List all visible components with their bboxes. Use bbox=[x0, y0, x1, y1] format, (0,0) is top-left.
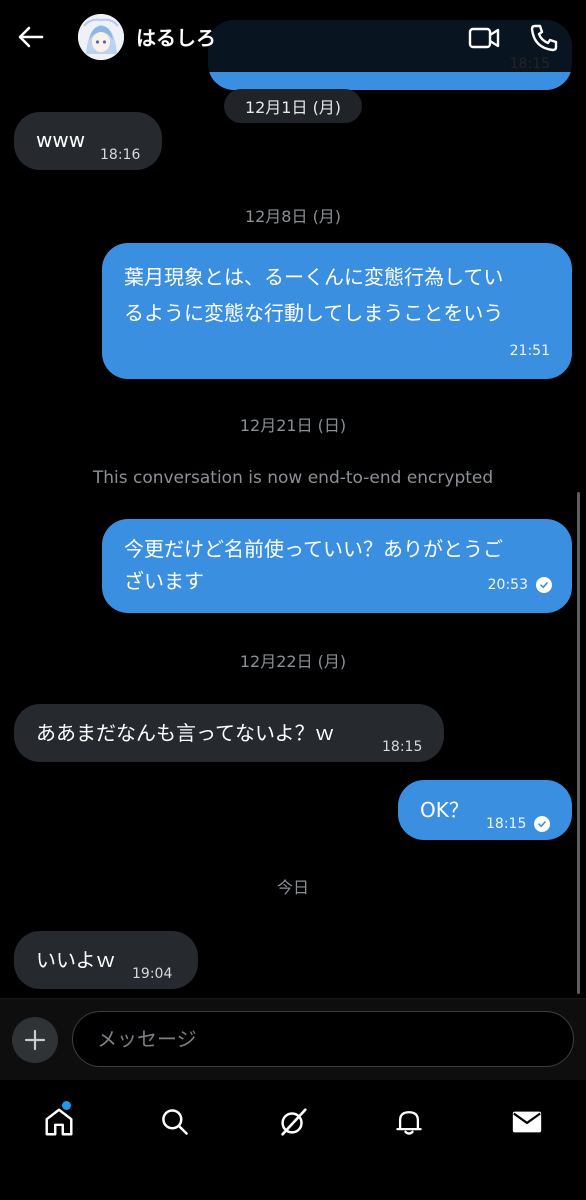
message-time: 18:15 bbox=[382, 739, 423, 755]
notifications-tab[interactable] bbox=[381, 1094, 437, 1150]
date-separator: 12月21日 (日) bbox=[239, 416, 347, 435]
messages-icon bbox=[512, 1111, 542, 1133]
search-tab[interactable] bbox=[147, 1094, 203, 1150]
home-tab[interactable] bbox=[31, 1094, 87, 1150]
notification-dot bbox=[62, 1101, 71, 1110]
conversation-view[interactable]: 18:15 12月1日 (月) www 18:16 12月8日 (月) 葉月現象… bbox=[0, 0, 586, 998]
message-composer bbox=[0, 998, 586, 1080]
home-icon bbox=[45, 1108, 73, 1136]
message-text: OK？ bbox=[420, 798, 469, 822]
message-status: 18:15 bbox=[486, 808, 551, 840]
add-attachment-button[interactable] bbox=[12, 1017, 58, 1063]
search-icon bbox=[162, 1109, 188, 1135]
scrollbar[interactable] bbox=[577, 492, 580, 994]
messages-tab[interactable] bbox=[499, 1094, 555, 1150]
message-text: 今更だけど名前使っていい？ありがとうご ざいます bbox=[124, 537, 503, 593]
message-time: 21:51 bbox=[509, 343, 550, 359]
read-check-icon bbox=[536, 577, 552, 593]
date-separator: 12月8日 (月) bbox=[244, 207, 342, 226]
chat-header: はるしろ bbox=[0, 0, 586, 72]
notifications-icon bbox=[396, 1111, 422, 1135]
message-status: 20:53 bbox=[488, 569, 552, 601]
message-bubble-incoming[interactable]: ああまだなんも言ってないよ？ｗ 18:15 bbox=[14, 704, 444, 762]
message-bubble-incoming[interactable]: いいよｗ 19:04 bbox=[14, 931, 198, 989]
read-check-icon bbox=[534, 816, 551, 832]
message-bubble-outgoing[interactable]: 今更だけど名前使っていい？ありがとうご ざいます 20:53 bbox=[102, 519, 572, 613]
message-text: ああまだなんも言ってないよ？ｗ bbox=[36, 721, 335, 745]
avatar[interactable] bbox=[78, 14, 124, 60]
conversation-title: はるしろ bbox=[136, 26, 216, 50]
video-call-icon[interactable] bbox=[466, 20, 502, 56]
message-input[interactable] bbox=[72, 1011, 574, 1067]
date-separator-sticky: 12月1日 (月) bbox=[224, 89, 362, 123]
message-time: 19:04 bbox=[132, 966, 173, 982]
message-time: 20:53 bbox=[487, 577, 528, 593]
message-bubble-outgoing[interactable]: 葉月現象とは、るーくんに変態行為してい るように変態な行動してしまうことをいう … bbox=[102, 243, 572, 379]
message-text: いいよｗ bbox=[36, 948, 116, 972]
date-separator: 12月22日 (月) bbox=[239, 652, 347, 671]
message-bubble-incoming[interactable]: www 18:16 bbox=[14, 112, 162, 170]
plus-icon bbox=[24, 1029, 46, 1051]
grok-tab[interactable] bbox=[265, 1094, 321, 1150]
bottom-navigation bbox=[0, 1080, 586, 1200]
message-time: 18:16 bbox=[100, 147, 141, 163]
message-time: 18:15 bbox=[486, 816, 527, 832]
encryption-notice: This conversation is now end-to-end encr… bbox=[92, 468, 494, 488]
date-separator: 今日 bbox=[276, 878, 309, 897]
message-text: 葉月現象とは、るーくんに変態行為してい るように変態な行動してしまうことをいう bbox=[124, 265, 504, 325]
back-arrow-icon[interactable] bbox=[16, 22, 46, 52]
message-bubble-outgoing[interactable]: OK？ 18:15 bbox=[398, 780, 572, 840]
grok-icon bbox=[281, 1108, 307, 1136]
message-text: www bbox=[36, 128, 86, 152]
phone-icon[interactable] bbox=[526, 20, 562, 56]
